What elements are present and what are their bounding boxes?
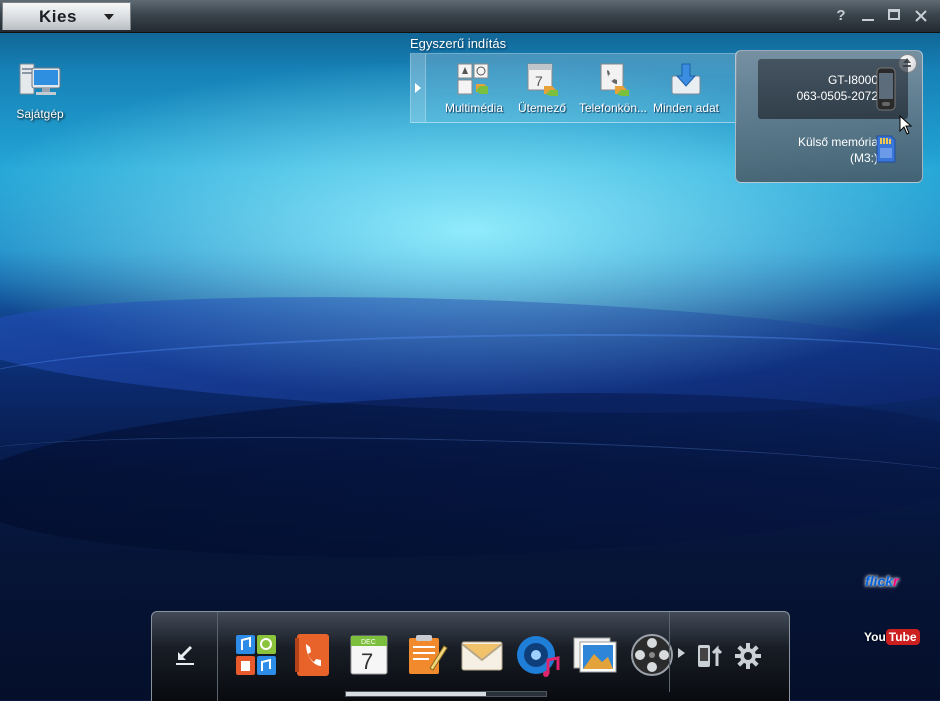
dock-app-calendar[interactable]: DEC 7: [346, 632, 392, 678]
maximize-button[interactable]: [885, 6, 905, 26]
app-menu-arrow-icon[interactable]: [104, 14, 114, 20]
phonebook-app-icon: [295, 634, 329, 676]
settings-gear-icon: [735, 643, 761, 669]
app-menu-tab[interactable]: Kies: [2, 2, 131, 30]
dock: DEC 7: [151, 611, 790, 701]
flickr-logo-part: r: [893, 573, 899, 589]
chevron-right-icon: [415, 83, 421, 93]
dock-app-photo[interactable]: [572, 632, 618, 678]
memo-app-icon: [409, 635, 448, 674]
svg-text:7: 7: [535, 73, 543, 89]
dock-app-memo[interactable]: [402, 632, 448, 678]
phone-icon: [876, 67, 896, 111]
close-icon: [915, 10, 927, 22]
phonebook-icon: [600, 63, 629, 96]
quick-launch-toggle[interactable]: [411, 54, 426, 122]
phone-upload-icon: [698, 645, 723, 667]
device-name: GT-I8000: [827, 73, 878, 87]
music-app-icon: [517, 636, 560, 677]
device-panel: GT-I8000 063-0505-2072 Külső memória (M3…: [735, 50, 923, 183]
dock-app-music[interactable]: [515, 632, 561, 678]
quick-launch-label: Multimédia: [444, 101, 504, 115]
dock-app-phonebook[interactable]: [289, 632, 335, 678]
minimize-to-tray-button[interactable]: [152, 612, 218, 701]
dock-scrollbar[interactable]: [345, 691, 547, 697]
youtube-logo-part: You: [864, 630, 886, 644]
memory-name: Külső memória: [797, 135, 878, 149]
dock-app-multimedia[interactable]: [233, 632, 279, 678]
flickr-logo-part: flick: [865, 573, 894, 589]
calendar-app-icon: DEC 7: [350, 635, 388, 675]
settings-button[interactable]: [734, 642, 762, 670]
quick-launch-multimedia[interactable]: Multimédia: [435, 60, 513, 115]
minimize-icon: [862, 19, 874, 21]
youtube-logo-part: Tube: [885, 629, 920, 645]
dock-scrollbar-thumb[interactable]: [346, 692, 486, 696]
device-serial: 063-0505-2072: [796, 89, 878, 103]
help-button[interactable]: ?: [831, 6, 851, 26]
calendar-day: 7: [361, 649, 373, 674]
scheduler-icon: 7: [527, 63, 558, 96]
device-item-phone[interactable]: GT-I8000 063-0505-2072: [758, 59, 908, 119]
quick-launch-scheduler[interactable]: 7 Ütemező: [503, 60, 581, 115]
minimize-button[interactable]: [858, 6, 878, 26]
desktop-icon-label: Sajátgép: [16, 107, 64, 121]
quick-launch-title: Egyszerű indítás: [410, 36, 507, 51]
quick-launch-panel: Multimédia 7 Ütemező Telefonkön... Minde…: [410, 53, 737, 123]
dock-app-message[interactable]: [459, 632, 505, 678]
desktop-icon-my-computer[interactable]: Sajátgép: [12, 60, 68, 121]
youtube-button[interactable]: You Tube: [864, 629, 920, 647]
maximize-icon: [888, 9, 900, 20]
quick-launch-label: Ütemező: [517, 101, 567, 115]
dock-tool-phone-upload[interactable]: [696, 640, 726, 670]
my-computer-icon: [19, 63, 61, 95]
calendar-month: DEC: [361, 639, 376, 646]
quick-launch-phonebook[interactable]: Telefonkön...: [574, 60, 652, 115]
quick-launch-all-data[interactable]: Minden adat: [647, 60, 725, 115]
flickr-button[interactable]: flickr: [865, 573, 898, 589]
arrow-down-left-icon: [176, 645, 194, 665]
quick-launch-label: Minden adat: [652, 101, 720, 115]
app-name: Kies: [39, 7, 77, 26]
mouse-cursor-icon: [899, 115, 913, 135]
multimedia-icon: [457, 63, 489, 95]
title-bar: Kies ?: [0, 0, 940, 33]
message-app-icon: [461, 641, 503, 671]
dock-more-chevron-icon[interactable]: [678, 648, 685, 658]
close-button[interactable]: [911, 6, 931, 26]
all-data-icon: [671, 63, 701, 95]
device-item-external-memory[interactable]: Külső memória (M3:): [758, 127, 908, 173]
multimedia-app-icon: [236, 635, 276, 675]
quick-launch-label: Telefonkön...: [578, 101, 648, 115]
photo-app-icon: [573, 637, 617, 673]
dock-separator: [669, 612, 670, 692]
sd-card-icon: [876, 135, 896, 163]
